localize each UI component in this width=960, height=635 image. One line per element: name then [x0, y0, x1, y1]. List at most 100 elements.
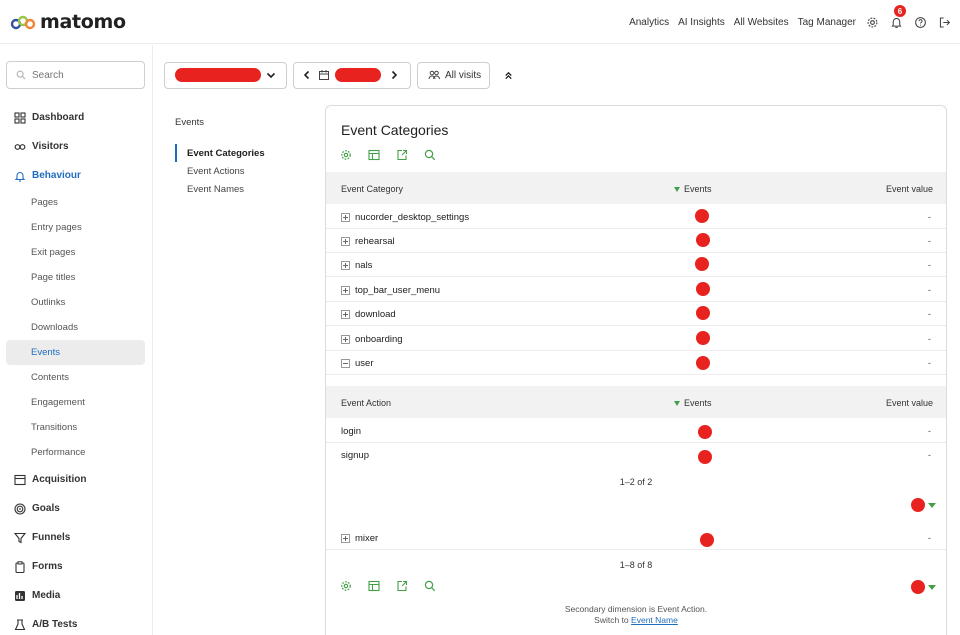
table-row[interactable]: mixer - [326, 526, 946, 550]
sidebar-item-funnels[interactable]: Funnels [0, 523, 153, 552]
report-controls: All visits [164, 61, 518, 89]
sidebar-item-label: Dashboard [32, 112, 85, 123]
expand-plus-icon[interactable] [341, 534, 350, 543]
table-row[interactable]: onboarding - [326, 327, 946, 351]
table-row[interactable]: nucorder_desktop_settings - [326, 205, 946, 229]
matomo-logo[interactable]: matomo [10, 11, 126, 33]
double-chevron-up-icon [504, 71, 512, 79]
report-nav-event-names[interactable]: Event Names [175, 180, 315, 198]
row-event-value: - [927, 260, 931, 271]
sidebar-subitem-performance[interactable]: Performance [0, 440, 153, 465]
menu-search-input[interactable] [32, 69, 132, 81]
report-nav-event-actions[interactable]: Event Actions [175, 162, 315, 180]
sidebar-subitem-pages[interactable]: Pages [0, 190, 153, 215]
menu-search-box[interactable] [6, 61, 145, 89]
row-event-value: - [927, 285, 931, 296]
redacted-limit-value [911, 498, 925, 512]
expand-plus-icon[interactable] [341, 213, 350, 222]
expand-plus-icon[interactable] [341, 261, 350, 270]
footer-visualization-table-icon[interactable] [367, 579, 381, 593]
column-event-category[interactable]: Event Category [341, 184, 403, 194]
footer-search-icon[interactable] [423, 579, 437, 593]
sidebar-subitem-events[interactable]: Events [6, 340, 145, 365]
site-selector[interactable] [164, 61, 287, 89]
expand-plus-icon[interactable] [341, 335, 350, 344]
sidebar-item-dashboard[interactable]: Dashboard [0, 103, 153, 132]
column-event-action[interactable]: Event Action [341, 398, 391, 408]
expand-plus-icon[interactable] [341, 286, 350, 295]
subtable-row[interactable]: signup - [326, 443, 946, 467]
nav-tag-manager[interactable]: Tag Manager [798, 17, 856, 28]
redacted-events-count [698, 425, 712, 439]
switch-to-event-name-link[interactable]: Event Name [631, 615, 678, 625]
subtable-column-event-value[interactable]: Event value [886, 398, 933, 408]
sidebar-subitem-entry-pages[interactable]: Entry pages [0, 215, 153, 240]
nav-analytics[interactable]: Analytics [629, 17, 669, 28]
settings-gear-icon[interactable] [864, 14, 880, 30]
sidebar-subitem-contents[interactable]: Contents [0, 365, 153, 390]
help-icon[interactable] [912, 14, 928, 30]
chevron-left-icon[interactable] [301, 69, 313, 81]
table-row[interactable]: top_bar_user_menu - [326, 278, 946, 302]
sidebar-subitem-outlinks[interactable]: Outlinks [0, 290, 153, 315]
events-report-nav: Events Event Categories Event Actions Ev… [175, 117, 315, 198]
calendar-icon [319, 70, 329, 80]
expand-plus-icon[interactable] [341, 310, 350, 319]
collapse-minus-icon[interactable] [341, 359, 350, 368]
table-row[interactable]: rehearsal - [326, 229, 946, 253]
table-row[interactable]: download - [326, 302, 946, 326]
nav-all-websites[interactable]: All Websites [734, 17, 789, 28]
bell-icon [14, 171, 26, 182]
sidebar-item-forms[interactable]: Forms [0, 552, 153, 581]
search-report-icon[interactable] [423, 148, 437, 162]
sidebar-item-goals[interactable]: Goals [0, 494, 153, 523]
sidebar-item-acquisition[interactable]: Acquisition [0, 465, 153, 494]
subtable-column-events[interactable]: Events [674, 398, 712, 408]
redacted-events-count [696, 331, 710, 345]
row-event-value: - [927, 450, 931, 461]
report-nav-heading: Events [175, 117, 205, 128]
notifications-bell-icon[interactable]: 6 [888, 5, 906, 30]
footnote-line-1: Secondary dimension is Event Action. [564, 604, 708, 614]
sidebar-item-ab-tests[interactable]: A/B Tests [0, 610, 153, 635]
event-categories-report: Event Categories Event Category Events E… [325, 105, 947, 635]
sidebar-item-visitors[interactable]: Visitors [0, 132, 153, 161]
row-label: user [355, 358, 374, 369]
table-limit-selector[interactable] [911, 580, 936, 594]
column-events[interactable]: Events [674, 184, 712, 194]
row-event-value: - [927, 236, 931, 247]
report-nav-event-categories[interactable]: Event Categories [175, 144, 315, 162]
sidebar-item-media[interactable]: Media [0, 581, 153, 610]
footer-settings-gear-icon[interactable] [339, 579, 353, 593]
segment-label: All visits [445, 69, 482, 81]
dashboard-icon [14, 111, 26, 124]
subtable-row[interactable]: login - [326, 419, 946, 443]
subtable-pagination: 1–2 of 2 [619, 477, 653, 487]
redacted-events-count [696, 306, 710, 320]
table-row[interactable]: nals - [326, 253, 946, 277]
sidebar-subitem-page-titles[interactable]: Page titles [0, 265, 153, 290]
visualization-table-icon[interactable] [367, 148, 381, 162]
sign-out-icon[interactable] [936, 14, 952, 30]
expand-plus-icon[interactable] [341, 237, 350, 246]
sidebar-item-label: Media [32, 590, 61, 601]
sidebar-item-behaviour[interactable]: Behaviour [0, 161, 153, 190]
collapse-controls-button[interactable] [498, 65, 518, 85]
segment-selector[interactable]: All visits [417, 61, 490, 89]
nav-ai-insights[interactable]: AI Insights [678, 17, 725, 28]
redacted-events-count [695, 209, 709, 223]
footer-export-icon[interactable] [395, 579, 409, 593]
table-row-expanded[interactable]: user - [326, 351, 946, 375]
chevron-right-icon[interactable] [388, 69, 400, 81]
column-event-value[interactable]: Event value [886, 184, 933, 194]
export-icon[interactable] [395, 148, 409, 162]
sidebar-subitem-downloads[interactable]: Downloads [0, 315, 153, 340]
column-events-label: Events [684, 184, 712, 194]
redacted-events-count [698, 450, 712, 464]
report-settings-gear-icon[interactable] [339, 148, 353, 162]
subtable-limit-selector[interactable] [911, 498, 936, 512]
sidebar-subitem-engagement[interactable]: Engagement [0, 390, 153, 415]
period-selector[interactable] [293, 61, 411, 89]
sidebar-subitem-exit-pages[interactable]: Exit pages [0, 240, 153, 265]
sidebar-subitem-transitions[interactable]: Transitions [0, 415, 153, 440]
